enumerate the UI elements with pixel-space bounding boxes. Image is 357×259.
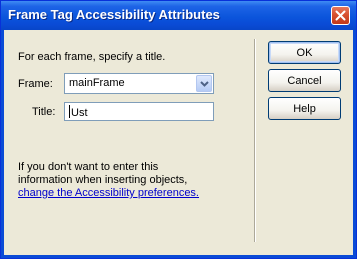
- cancel-button[interactable]: Cancel: [268, 69, 341, 92]
- dialog-content: For each frame, specify a title. Frame: …: [4, 30, 353, 255]
- title-bar[interactable]: Frame Tag Accessibility Attributes: [1, 1, 356, 30]
- title-input[interactable]: Ust: [64, 102, 214, 121]
- close-button[interactable]: [331, 6, 350, 25]
- dialog-title: Frame Tag Accessibility Attributes: [8, 7, 220, 22]
- accessibility-preferences-link[interactable]: change the Accessibility preferences.: [18, 187, 199, 199]
- chevron-down-icon: [200, 81, 209, 87]
- instruction-text: For each frame, specify a title.: [18, 51, 166, 63]
- close-icon: [335, 10, 346, 21]
- frame-label: Frame:: [18, 78, 53, 90]
- frame-select[interactable]: mainFrame: [64, 73, 214, 94]
- ok-button[interactable]: OK: [268, 41, 341, 64]
- note-line-2: information when inserting objects,: [18, 174, 188, 186]
- vertical-divider: [254, 39, 256, 242]
- dialog-window: Frame Tag Accessibility Attributes For e…: [0, 0, 357, 259]
- title-input-value: Ust: [69, 105, 88, 119]
- frame-select-arrow[interactable]: [196, 75, 212, 92]
- note-line-1: If you don't want to enter this: [18, 161, 159, 173]
- title-label: Title:: [32, 106, 56, 118]
- frame-select-value: mainFrame: [69, 77, 125, 89]
- help-button[interactable]: Help: [268, 97, 341, 120]
